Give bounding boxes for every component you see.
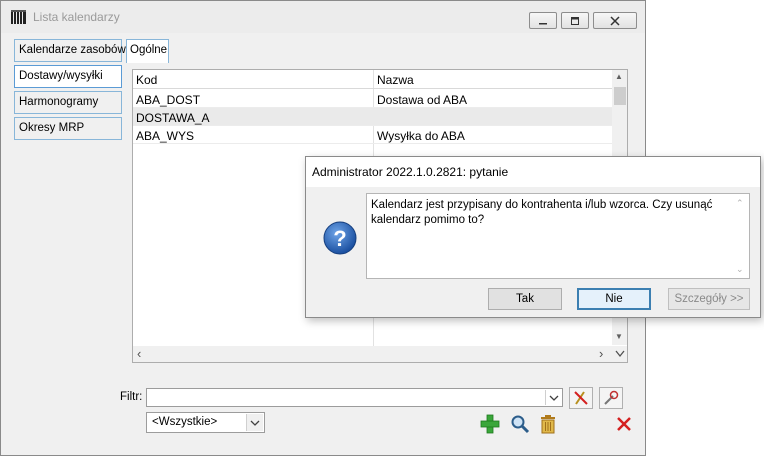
chevron-down-icon: [250, 420, 260, 426]
sidebar-item-label: Dostawy/wysyłki: [19, 70, 103, 82]
question-dialog: Administrator 2022.1.0.2821: pytanie ? K…: [305, 156, 761, 318]
chevron-up-icon[interactable]: ⌃: [736, 198, 744, 209]
sidebar-item-label: Kalendarze zasobów: [19, 44, 126, 56]
chevron-down-icon: [549, 395, 558, 401]
sidebar-item-label: Harmonogramy: [19, 96, 99, 108]
sidebar-item-okresy-mrp[interactable]: Okresy MRP: [14, 117, 122, 140]
no-button-label: Nie: [605, 293, 623, 305]
question-icon: ?: [323, 221, 357, 255]
yes-button-label: Tak: [516, 293, 534, 305]
plus-icon: [480, 414, 500, 434]
filter-wand-icon: [604, 390, 619, 405]
window-title: Lista kalendarzy: [33, 10, 120, 24]
select-dropdown-button[interactable]: [246, 414, 263, 431]
sidebar: Kalendarze zasobów Dostawy/wysyłki Harmo…: [14, 39, 126, 143]
message-scrollbar[interactable]: ⌃ ⌄: [732, 194, 749, 278]
filter-scope-select[interactable]: <Wszystkie>: [146, 412, 265, 433]
dialog-titlebar: Administrator 2022.1.0.2821: pytanie: [306, 157, 760, 187]
grid-header: Kod Nazwa: [133, 70, 612, 89]
sidebar-item-label: Okresy MRP: [19, 122, 85, 134]
sidebar-item-kalendarze-zasobow[interactable]: Kalendarze zasobów: [14, 39, 126, 62]
filter-scope-value: <Wszystkie>: [152, 416, 218, 428]
window-titlebar: Lista kalendarzy: [1, 1, 645, 33]
trash-button[interactable]: [537, 413, 559, 435]
minimize-icon: [539, 22, 547, 24]
chevron-down-icon[interactable]: ⌄: [736, 264, 744, 275]
filter-settings-button[interactable]: [599, 387, 623, 409]
table-row[interactable]: DOSTAWA_A: [133, 108, 612, 126]
filter-label: Filtr:: [120, 391, 143, 403]
yes-button[interactable]: Tak: [488, 288, 562, 310]
add-button[interactable]: [479, 413, 501, 435]
tab-label: Ogólne: [130, 44, 168, 56]
scroll-up-icon[interactable]: ▲: [615, 72, 623, 81]
search-button[interactable]: [509, 413, 531, 435]
table-row[interactable]: ABA_WYS Wysyłka do ABA: [133, 126, 612, 144]
cell-kod: DOSTAWA_A: [136, 111, 210, 125]
table-row[interactable]: ABA_DOST Dostawa od ABA: [133, 90, 612, 108]
details-button[interactable]: Szczegóły >>: [668, 288, 750, 310]
delete-x-icon: [617, 417, 631, 431]
cell-kod: ABA_DOST: [136, 93, 201, 107]
sidebar-item-dostawy-wysylki[interactable]: Dostawy/wysyłki: [14, 65, 122, 88]
restore-button[interactable]: [561, 12, 589, 29]
horizontal-scrollbar[interactable]: ‹ ›: [133, 346, 612, 362]
clear-filter-icon: [574, 391, 588, 405]
sidebar-item-harmonogramy[interactable]: Harmonogramy: [14, 91, 122, 114]
close-button[interactable]: [593, 12, 637, 29]
dialog-message: Kalendarz jest przypisany do kontrahenta…: [371, 199, 713, 226]
restore-icon: [571, 16, 579, 25]
column-header-kod[interactable]: Kod: [136, 73, 157, 87]
cell-kod: ABA_WYS: [136, 129, 195, 143]
cell-nazwa: Wysyłka do ABA: [377, 129, 465, 143]
tab-ogolne[interactable]: Ogólne: [126, 39, 169, 63]
svg-text:?: ?: [333, 226, 346, 251]
scroll-corner: [612, 346, 627, 362]
column-header-nazwa[interactable]: Nazwa: [377, 73, 414, 87]
filter-input[interactable]: [146, 388, 563, 407]
details-button-label: Szczegóły >>: [674, 293, 744, 305]
filter-dropdown-button[interactable]: [545, 390, 561, 405]
minimize-button[interactable]: [529, 12, 557, 29]
app-icon: [11, 10, 27, 24]
cell-nazwa: Dostawa od ABA: [377, 93, 468, 107]
scroll-down-icon[interactable]: ▼: [615, 332, 623, 341]
trash-icon: [541, 415, 555, 434]
close-icon: [610, 15, 620, 26]
search-icon: [511, 415, 530, 434]
clear-filter-button[interactable]: [569, 387, 593, 409]
no-button[interactable]: Nie: [577, 288, 651, 310]
delete-button[interactable]: [613, 413, 635, 435]
message-box: Kalendarz jest przypisany do kontrahenta…: [366, 193, 750, 279]
dialog-title: Administrator 2022.1.0.2821: pytanie: [312, 165, 509, 179]
scroll-thumb[interactable]: [614, 87, 626, 105]
scroll-right-icon[interactable]: ›: [599, 346, 603, 362]
scroll-left-icon[interactable]: ‹: [137, 346, 141, 362]
